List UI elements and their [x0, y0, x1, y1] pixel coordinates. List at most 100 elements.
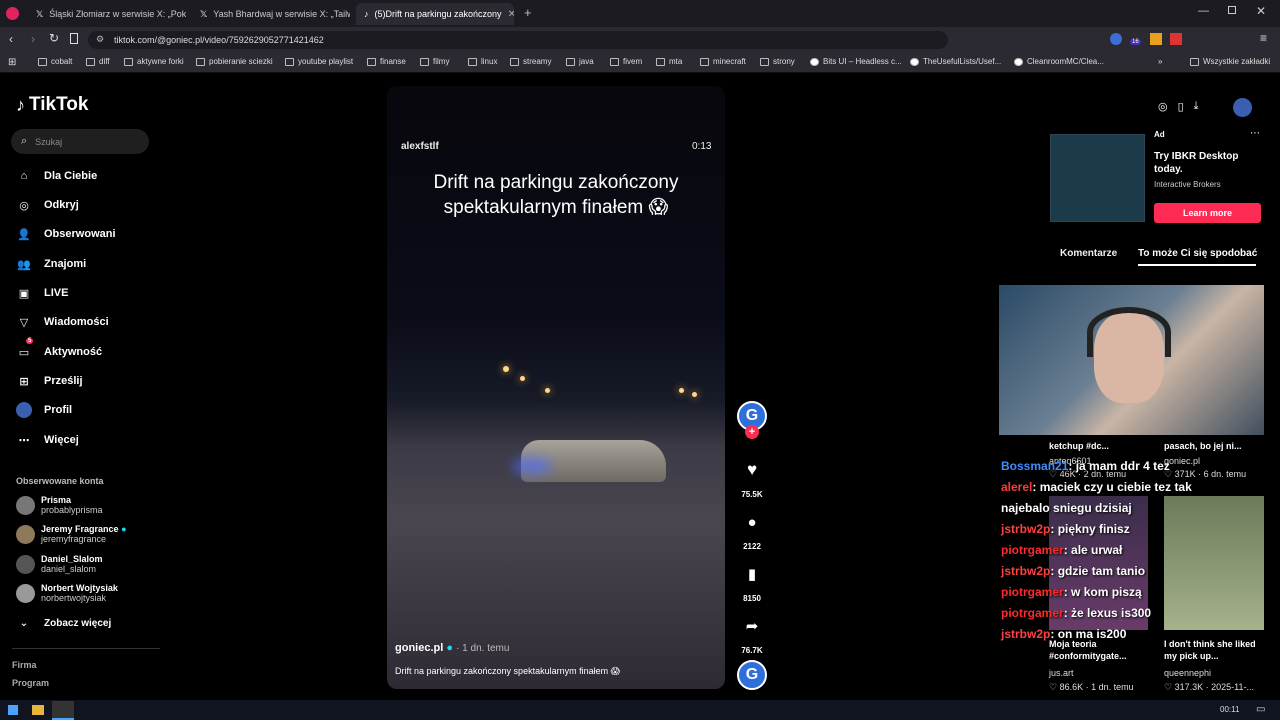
nav-for-you[interactable]: ⌂ Dla Ciebie: [16, 168, 98, 184]
share-button[interactable]: ➦ 76.7K: [736, 610, 768, 655]
bookmark[interactable]: diff: [86, 57, 110, 66]
extension-icon[interactable]: [1170, 33, 1182, 45]
search-input[interactable]: ⌕ Szukaj: [11, 129, 149, 154]
bookmark[interactable]: cobalt: [38, 57, 72, 66]
reload-icon[interactable]: ↻: [49, 31, 59, 45]
taskbar-clock[interactable]: 00:11: [1220, 705, 1239, 714]
avatar[interactable]: [1233, 98, 1252, 117]
all-bookmarks[interactable]: Wszystkie zakładki: [1190, 57, 1270, 66]
bookmark[interactable]: CleanroomMC/Clea...: [1014, 57, 1104, 66]
creator-avatar[interactable]: G +: [736, 401, 768, 439]
card-user[interactable]: jus.art: [1049, 668, 1074, 678]
poster-handle[interactable]: goniec.pl: [395, 642, 443, 654]
site-settings-icon[interactable]: ⚙: [96, 34, 104, 45]
ad-image[interactable]: [1050, 134, 1145, 222]
bookmark[interactable]: linux: [468, 57, 497, 66]
nav-live[interactable]: ▣ LIVE: [16, 285, 69, 301]
tiktok-logo[interactable]: ♪ TikTok: [16, 94, 88, 116]
browser-taskbar-icon[interactable]: [52, 701, 74, 720]
account-name: Daniel_Slalom: [41, 554, 103, 564]
folder-icon: [700, 57, 709, 66]
nav-messages[interactable]: ▽ Wiadomości: [16, 314, 109, 330]
save-button[interactable]: ▮ 8150: [736, 558, 768, 603]
windows-start-icon[interactable]: [8, 705, 18, 715]
bookmark-page-icon[interactable]: [70, 33, 78, 44]
extension-icon[interactable]: [1110, 33, 1122, 45]
more-bookmarks-icon[interactable]: »: [1158, 57, 1162, 66]
nav-profile[interactable]: Profil: [16, 402, 72, 418]
compass-icon[interactable]: ◎: [1158, 100, 1168, 113]
followed-account[interactable]: Daniel_Slalom daniel_slalom: [16, 554, 103, 574]
comment-button[interactable]: ● 2122: [736, 506, 768, 552]
nav-activity[interactable]: ▭ 5 Aktywność: [16, 338, 102, 360]
new-tab-button[interactable]: +: [524, 5, 532, 20]
bookmark[interactable]: Bits UI – Headless c...: [810, 57, 902, 66]
video-overlay-title: Drift na parkingu zakończony spektakular…: [433, 172, 679, 218]
followed-account[interactable]: Norbert Wojtysiak norbertwojtysiak: [16, 583, 118, 603]
close-tab-icon[interactable]: ✕: [508, 9, 514, 20]
bookmark[interactable]: java: [566, 57, 594, 66]
close-window-button[interactable]: ✕: [1256, 4, 1266, 18]
see-more-link[interactable]: ⌄ Zobacz więcej: [16, 615, 111, 631]
card-user[interactable]: queennephi: [1164, 668, 1211, 678]
bookmark[interactable]: strony: [760, 57, 795, 66]
bookmark[interactable]: streamy: [510, 57, 551, 66]
bookmark[interactable]: pobieranie sciezki: [196, 57, 273, 66]
followed-account[interactable]: Prisma probablyprisma: [16, 495, 103, 515]
bookmark[interactable]: minecraft: [700, 57, 746, 66]
restore-button[interactable]: [1228, 6, 1236, 14]
bookmark-label: cobalt: [51, 57, 73, 66]
footer-link[interactable]: Firma: [12, 660, 37, 670]
minimize-button[interactable]: —: [1198, 5, 1209, 17]
download-icon[interactable]: ⤓: [1194, 100, 1199, 113]
extension-badge: 16: [1130, 39, 1141, 45]
bookmark[interactable]: youtube playlist: [285, 57, 353, 66]
tab-title: Śląski Złomiarz w serwisie X: „Pokole: [49, 9, 186, 19]
menu-icon[interactable]: ≡: [1260, 31, 1267, 45]
tab-recommended[interactable]: To może Ci się spodobać: [1138, 248, 1257, 259]
tab-comments[interactable]: Komentarze: [1060, 248, 1117, 259]
video-thumbnail[interactable]: [1164, 496, 1264, 630]
follow-plus-icon[interactable]: +: [745, 425, 759, 439]
browser-logo-icon[interactable]: [6, 7, 19, 20]
footer-link[interactable]: Program: [12, 678, 49, 688]
browser-tab-3-active[interactable]: ♪ (5)Drift na parkingu zakończony ✕: [356, 3, 514, 25]
forward-icon[interactable]: ›: [31, 32, 35, 46]
ad-more-icon[interactable]: ⋯: [1250, 128, 1260, 139]
tiktok-logo-icon: ♪: [364, 9, 369, 19]
followed-account[interactable]: Jeremy Fragrance ● jeremyfragrance: [16, 524, 127, 544]
nav-more[interactable]: ⋯ Więcej: [16, 432, 79, 448]
divider: [12, 648, 160, 649]
card-title[interactable]: I don't think she liked my pick up...: [1164, 638, 1264, 662]
bookmark[interactable]: filmy: [420, 57, 449, 66]
browser-tab-2[interactable]: 𝕏 Yash Bhardwaj w serwisie X: „Tailwind: [192, 3, 350, 25]
nav-friends[interactable]: 👥 Znajomi: [16, 256, 86, 272]
bookmark-label: mta: [669, 57, 683, 66]
bookmark[interactable]: TheUsefulLists/Usef...: [910, 57, 1001, 66]
card-title[interactable]: ketchup #dc...: [1049, 441, 1109, 451]
phone-icon[interactable]: ▯: [1178, 100, 1184, 113]
back-icon[interactable]: ‹: [9, 32, 13, 46]
chat-username: piotrgamer: [1001, 543, 1064, 557]
bookmark[interactable]: finanse: [367, 57, 406, 66]
like-button[interactable]: ♥ 75.5K: [736, 454, 768, 499]
bookmark[interactable]: mta: [656, 57, 682, 66]
extension-icon[interactable]: [1150, 33, 1162, 45]
card-title[interactable]: Moja teoria #conformitygate...: [1049, 638, 1154, 662]
url-field[interactable]: ⚙ tiktok.com/@goniec.pl/video/7592629052…: [88, 31, 948, 49]
bookmark[interactable]: aktywne forki: [124, 57, 184, 66]
browser-tab-1[interactable]: 𝕏 Śląski Złomiarz w serwisie X: „Pokole: [28, 3, 186, 25]
apps-icon[interactable]: ⊞: [8, 57, 16, 68]
nav-upload[interactable]: ⊞ Prześlij: [16, 373, 82, 389]
notifications-icon[interactable]: ▭: [1256, 704, 1265, 715]
heart-icon: ♥: [746, 460, 758, 479]
file-explorer-icon[interactable]: [32, 705, 44, 715]
bookmark[interactable]: fivem: [610, 57, 642, 66]
nav-label: Odkryj: [44, 199, 79, 211]
nav-explore[interactable]: ◎ Odkryj: [16, 197, 79, 213]
card-title[interactable]: pasach, bo jej ni...: [1164, 441, 1242, 451]
nav-following[interactable]: 👤 Obserwowani: [16, 226, 115, 242]
learn-more-button[interactable]: Learn more: [1154, 203, 1261, 223]
video-player[interactable]: alexfstlf 0:13 Drift na parkingu zakończ…: [387, 86, 725, 689]
sound-disc[interactable]: G: [736, 660, 768, 690]
